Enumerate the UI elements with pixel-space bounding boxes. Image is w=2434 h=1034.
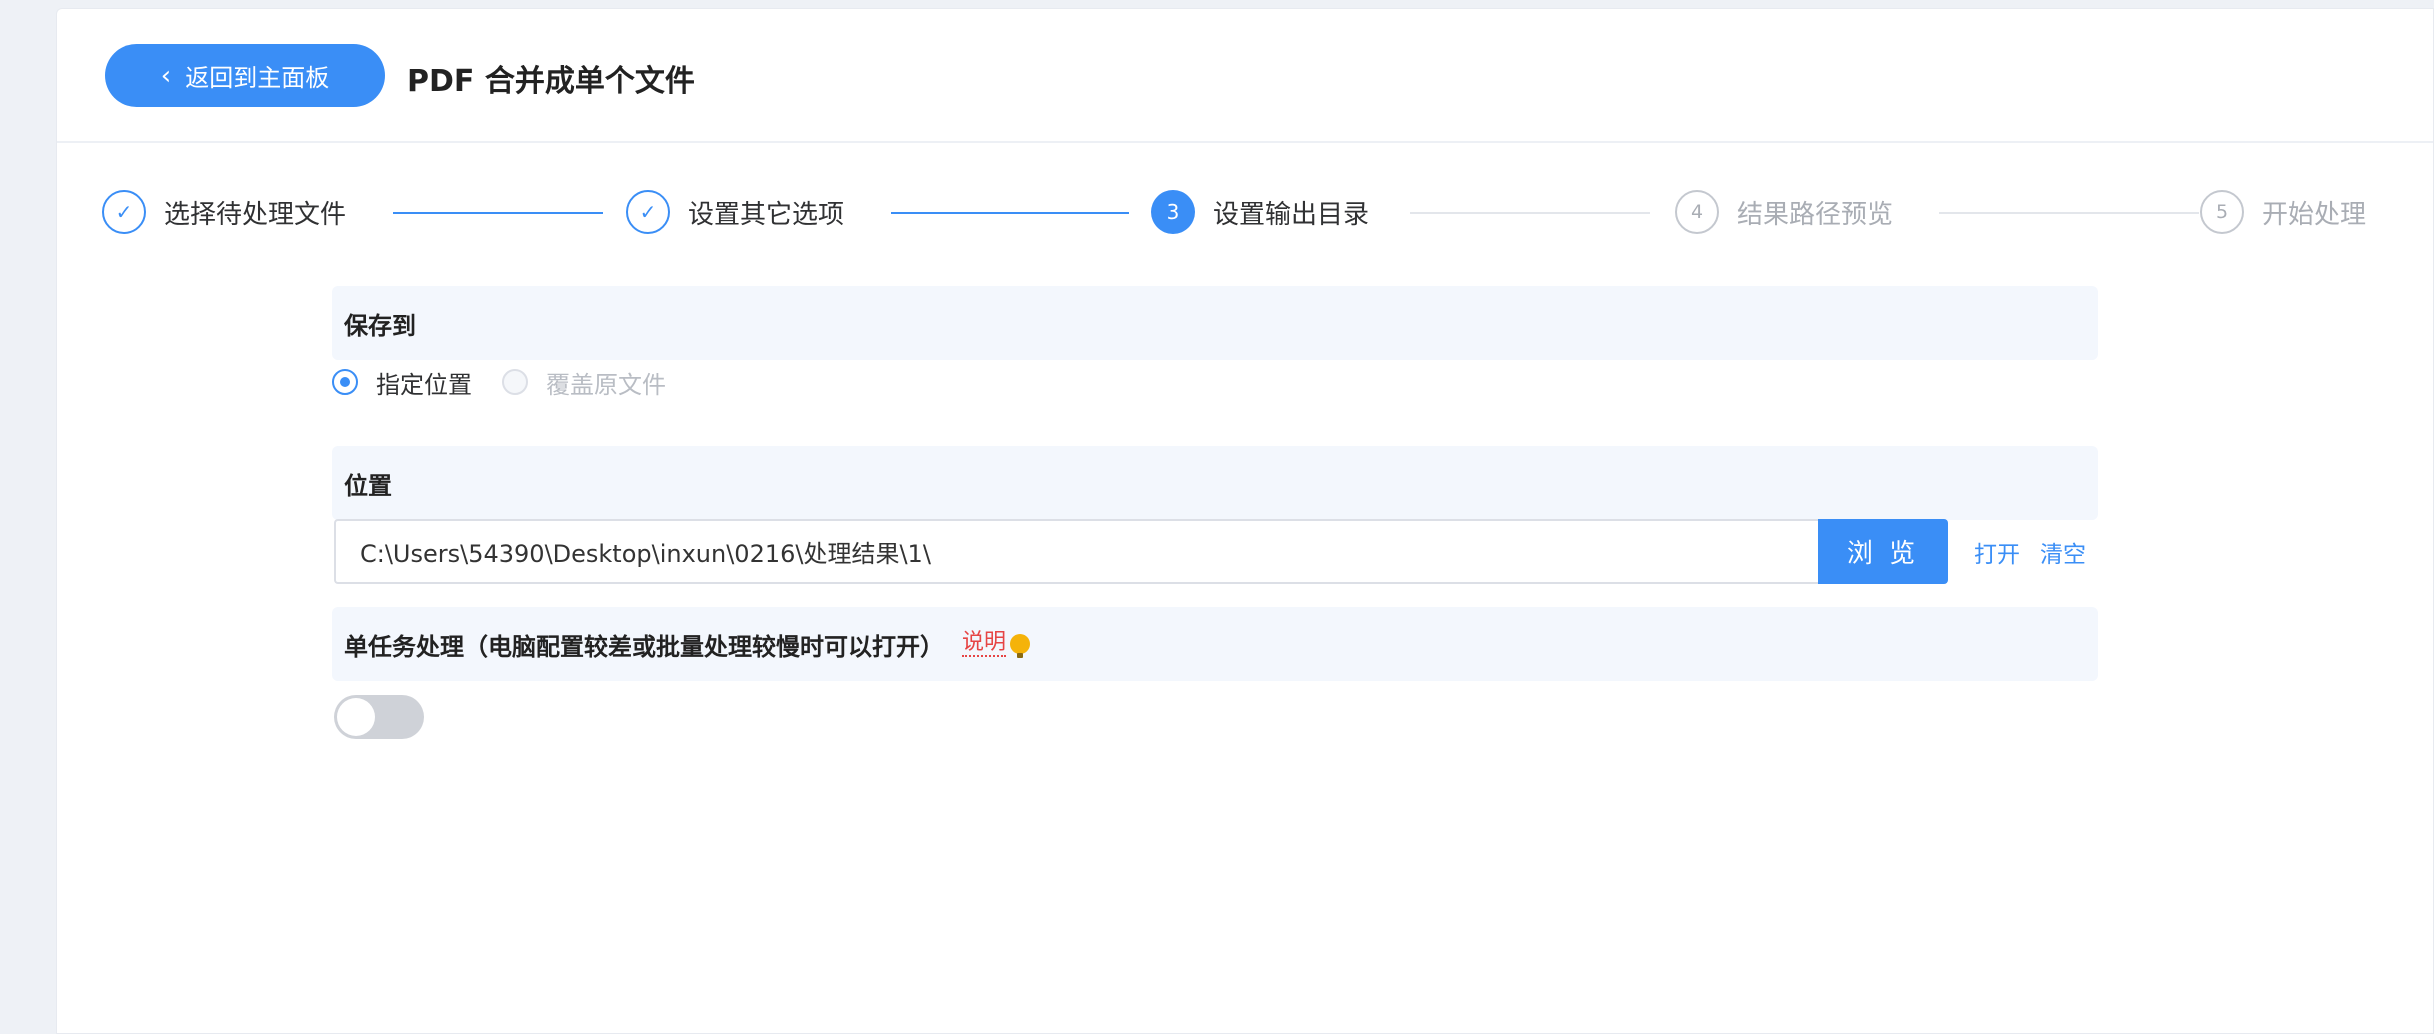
step-4[interactable]: 4 结果路径预览 xyxy=(1675,182,1893,242)
radio-label: 覆盖原文件 xyxy=(546,370,666,399)
step-3[interactable]: 3 设置输出目录 xyxy=(1151,182,1369,242)
browse-button[interactable]: 浏 览 xyxy=(1818,519,1948,584)
step-number-icon: 4 xyxy=(1675,190,1719,234)
single-task-toggle[interactable] xyxy=(334,695,424,739)
step-connector xyxy=(1939,212,2199,214)
page-header: ‹ 返回到主面板 PDF 合并成单个文件 xyxy=(57,9,2433,143)
radio-specified-location[interactable]: 指定位置 xyxy=(332,365,472,400)
lightbulb-icon[interactable] xyxy=(1010,634,1031,658)
radio-selected-icon xyxy=(332,369,358,395)
help-link[interactable]: 说明 xyxy=(962,630,1007,658)
step-indicator: ✓ 选择待处理文件 ✓ 设置其它选项 3 设置输出目录 4 结果路径预览 5 开… xyxy=(48,182,2368,242)
clear-path-link[interactable]: 清空 xyxy=(2040,535,2086,569)
step-5[interactable]: 5 开始处理 xyxy=(2200,182,2366,242)
check-icon: ✓ xyxy=(102,190,146,234)
step-2[interactable]: ✓ 设置其它选项 xyxy=(626,182,844,242)
single-task-title: 单任务处理（电脑配置较差或批量处理较慢时可以打开） xyxy=(344,632,944,661)
output-path-input[interactable] xyxy=(334,519,1818,584)
step-1[interactable]: ✓ 选择待处理文件 xyxy=(102,182,346,242)
radio-overwrite-original[interactable]: 覆盖原文件 xyxy=(502,365,666,400)
step-5-label: 开始处理 xyxy=(2262,199,2367,230)
step-number-icon: 5 xyxy=(2200,190,2244,234)
chevron-left-icon: ‹ xyxy=(160,60,172,91)
step-connector xyxy=(393,212,603,214)
check-icon: ✓ xyxy=(626,190,670,234)
step-3-label: 设置输出目录 xyxy=(1213,199,1370,230)
radio-label: 指定位置 xyxy=(376,370,472,399)
step-2-label: 设置其它选项 xyxy=(688,199,845,230)
back-button-label: 返回到主面板 xyxy=(185,64,330,92)
page-title: PDF 合并成单个文件 xyxy=(407,64,695,99)
step-connector xyxy=(891,212,1129,214)
back-to-dashboard-button[interactable]: ‹ 返回到主面板 xyxy=(105,44,385,107)
open-folder-link[interactable]: 打开 xyxy=(1974,535,2020,569)
toggle-knob xyxy=(337,698,375,736)
step-1-label: 选择待处理文件 xyxy=(164,199,347,230)
step-connector xyxy=(1410,212,1650,214)
location-row: 浏 览 打开 清空 xyxy=(334,519,2086,584)
single-task-heading: 单任务处理（电脑配置较差或批量处理较慢时可以打开） 说明 xyxy=(332,607,2098,681)
location-heading: 位置 xyxy=(332,446,2098,520)
save-to-options: 指定位置 覆盖原文件 xyxy=(332,362,696,402)
step-number-icon: 3 xyxy=(1151,190,1195,234)
radio-disabled-icon xyxy=(502,369,528,395)
save-to-heading: 保存到 xyxy=(332,286,2098,360)
step-4-label: 结果路径预览 xyxy=(1737,199,1894,230)
